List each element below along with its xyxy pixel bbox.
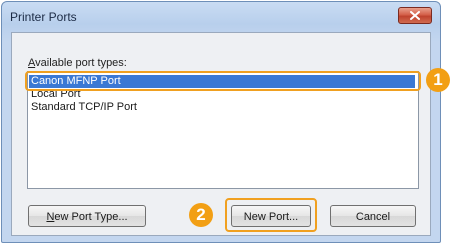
list-item-standard-tcpip-port[interactable]: Standard TCP/IP Port — [31, 101, 137, 114]
close-button[interactable] — [398, 7, 432, 24]
cancel-button[interactable]: Cancel — [330, 205, 416, 227]
window-title: Printer Ports — [10, 10, 77, 24]
step-1-callout: 1 — [426, 68, 450, 92]
new-port-type-button[interactable]: New Port Type... — [28, 205, 146, 227]
step-2-callout: 2 — [189, 203, 213, 227]
label-text: vailable port types: — [35, 57, 127, 69]
available-port-types-label: Available port types: — [28, 57, 127, 69]
list-item-canon-mfnp-port[interactable]: Canon MFNP Port — [29, 75, 415, 88]
new-port-type-label: ew Port Type... — [54, 211, 128, 223]
new-port-button[interactable]: New Port... — [231, 205, 311, 227]
list-item-local-port[interactable]: Local Port — [31, 88, 81, 101]
title-bar[interactable]: Printer Ports — [2, 2, 440, 36]
close-icon — [410, 11, 420, 20]
printer-ports-dialog: Printer Ports Available port types: Cano… — [1, 1, 441, 243]
dialog-client-area: Available port types: Canon MFNP Port Lo… — [11, 32, 431, 236]
port-types-listbox[interactable]: Canon MFNP Port Local Port Standard TCP/… — [27, 71, 419, 189]
